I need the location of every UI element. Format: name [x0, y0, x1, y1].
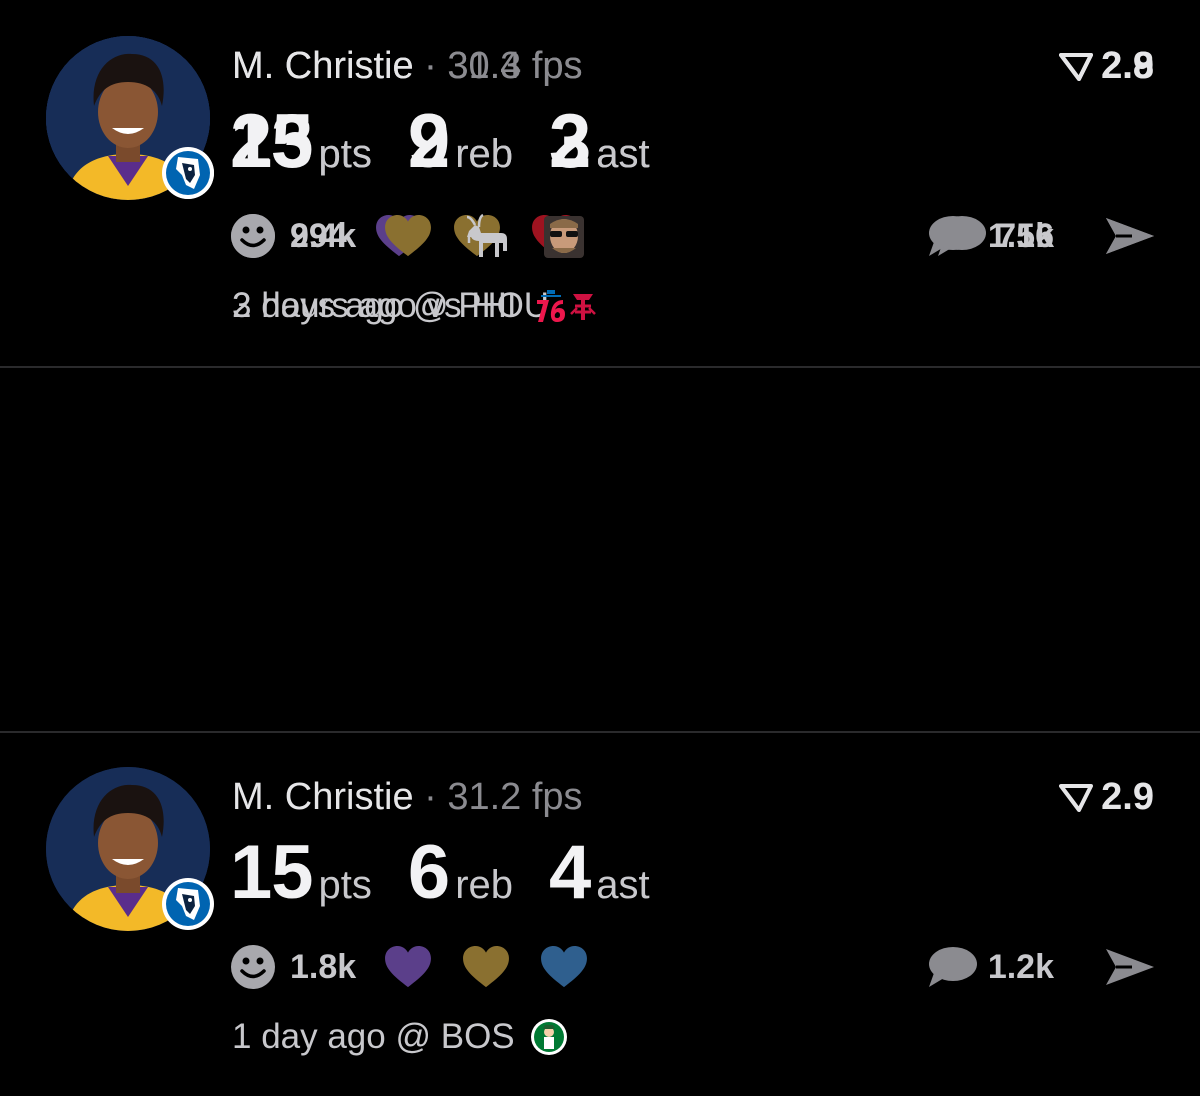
points-value: 15	[230, 830, 314, 915]
rating-triangle-icon	[1059, 784, 1094, 812]
game-meta: 3 days ago @ PHI	[232, 286, 571, 326]
reaction-count[interactable]: 1.8k	[290, 948, 356, 987]
player-name[interactable]: M. Christie	[232, 45, 414, 87]
game-meta-text: 3 days ago @ PHI	[232, 286, 517, 325]
player-name[interactable]: M. Christie	[232, 776, 414, 818]
add-reaction-smiley-icon[interactable]	[230, 213, 276, 259]
reaction-gold-heart[interactable]	[460, 941, 512, 993]
reaction-goat[interactable]	[460, 210, 512, 262]
mavericks-logo-icon	[160, 876, 216, 932]
rebounds-value: 9	[407, 99, 450, 184]
celtics-logo-icon	[530, 1019, 567, 1055]
assists-value: 3	[549, 99, 591, 184]
rebounds-label: reb	[455, 863, 513, 907]
comment-bubble-icon	[926, 214, 978, 258]
share-send-icon[interactable]	[1102, 212, 1156, 260]
rating: 2.8	[1059, 44, 1154, 88]
blue-heart-icon	[539, 945, 589, 989]
points-value: 15	[230, 99, 314, 184]
rating: 2.9	[1059, 775, 1154, 819]
feed-card-2[interactable]: M. Christie · 31.2 fps 2.9 15 pts 6 reb …	[0, 731, 1200, 1096]
game-meta: 1 day ago @ BOS	[232, 1017, 569, 1057]
reaction-gold-heart[interactable]	[382, 210, 434, 262]
stat-line: 15 pts 6 reb 4 ast	[230, 829, 686, 919]
comment-count: 1.2k	[987, 947, 1054, 986]
feed-card-3[interactable]: M. Christie · 31.3 fps 2.8 15 pts 9 reb …	[0, 0, 1200, 365]
purple-heart-icon	[383, 945, 433, 989]
assists-label: ast	[596, 863, 650, 907]
points-label: pts	[318, 132, 372, 176]
divider	[0, 731, 1200, 733]
goat-icon	[467, 213, 508, 257]
reaction-count[interactable]: 2.4k	[290, 217, 356, 256]
sunglasses-face-icon	[544, 216, 585, 258]
name-line: M. Christie · 31.3 fps	[232, 44, 583, 88]
points-label: pts	[318, 863, 372, 907]
assists-label: ast	[596, 132, 650, 176]
fps-value: · 31.2 fps	[424, 776, 583, 818]
game-meta-text: 1 day ago @ BOS	[232, 1017, 515, 1056]
name-line: M. Christie · 31.2 fps	[232, 775, 583, 819]
reactions-bar: 2.4k	[230, 208, 616, 264]
fps-value: · 31.3 fps	[424, 45, 583, 87]
divider	[0, 366, 1200, 368]
reaction-sunglasses-face[interactable]	[538, 210, 590, 262]
comment-bubble-icon	[926, 945, 978, 989]
comments-button[interactable]: 1.5k	[926, 208, 1054, 264]
sixers-logo-icon	[536, 290, 565, 322]
stat-line: 15 pts 9 reb 3 ast	[230, 98, 686, 188]
share-send-icon[interactable]	[1102, 943, 1156, 991]
gold-heart-icon	[383, 214, 433, 258]
comment-count: 1.5k	[987, 216, 1054, 255]
add-reaction-smiley-icon[interactable]	[230, 944, 276, 990]
rating-value: 2.9	[1101, 776, 1154, 818]
comments-button[interactable]: 1.2k	[926, 939, 1054, 995]
reaction-blue-heart[interactable]	[538, 941, 590, 993]
reactions-bar: 1.8k	[230, 939, 616, 995]
rating-value: 2.8	[1101, 45, 1154, 87]
rebounds-label: reb	[455, 132, 513, 176]
reaction-purple-heart[interactable]	[382, 941, 434, 993]
rating-triangle-icon	[1059, 53, 1094, 81]
rebounds-value: 6	[407, 830, 450, 915]
gold-heart-icon	[461, 945, 511, 989]
mavericks-logo-icon	[160, 145, 216, 201]
assists-value: 4	[549, 830, 591, 915]
